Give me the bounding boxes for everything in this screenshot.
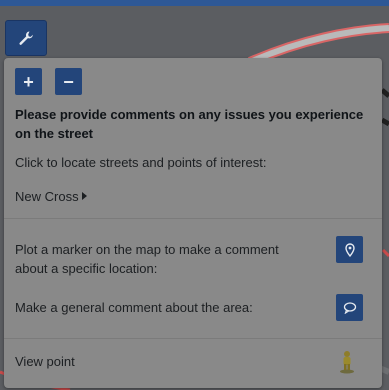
comment-panel: + − Please provide comments on any issue… (4, 58, 382, 388)
location-link[interactable]: New Cross (15, 187, 87, 206)
location-link-label: New Cross (15, 189, 79, 204)
divider (4, 218, 382, 219)
tools-toggle-button[interactable] (5, 20, 47, 56)
view-point-button[interactable] (337, 350, 357, 374)
speech-bubble-icon (343, 301, 356, 314)
divider (4, 338, 382, 339)
general-comment-text: Make a general comment about the area: (15, 300, 253, 315)
general-comment-button[interactable] (336, 294, 363, 321)
locate-prompt: Click to locate streets and points of in… (15, 155, 267, 170)
plot-marker-button[interactable] (336, 236, 363, 263)
view-point-label: View point (15, 354, 75, 369)
wrench-icon (19, 31, 33, 45)
zoom-in-button[interactable]: + (15, 68, 42, 95)
panel-title: Please provide comments on any issues yo… (15, 107, 364, 141)
caret-right-icon (81, 192, 87, 200)
pegman-icon (340, 351, 354, 374)
map-top-bar (0, 0, 389, 6)
map-pin-icon (344, 242, 355, 257)
plot-marker-text: Plot a marker on the map to make a comme… (15, 242, 279, 276)
zoom-out-button[interactable]: − (55, 68, 82, 95)
